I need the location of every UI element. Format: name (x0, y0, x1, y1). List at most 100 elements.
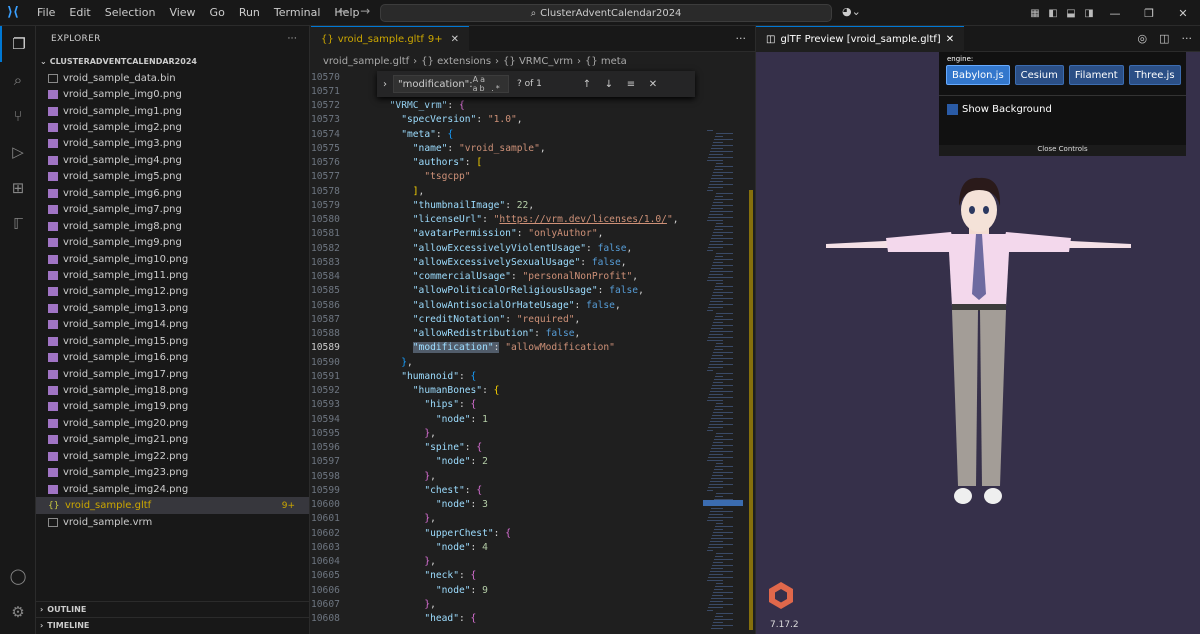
minimize-button[interactable]: — (1098, 7, 1132, 20)
file-item[interactable]: vroid_sample_img4.png (36, 152, 309, 168)
engine-button-threejs[interactable]: Three.js (1128, 65, 1181, 85)
file-item[interactable]: vroid_sample_img19.png (36, 399, 309, 415)
file-item[interactable]: vroid_sample_img10.png (36, 251, 309, 267)
file-item[interactable]: vroid_sample_img1.png (36, 103, 309, 119)
minimap[interactable] (703, 70, 755, 634)
forward-arrow-icon[interactable]: → (360, 4, 370, 18)
file-item[interactable]: vroid_sample_img21.png (36, 432, 309, 448)
menu-item-run[interactable]: Run (232, 6, 267, 19)
code-line: 10585 "allowPoliticalOrReligiousUsage": … (311, 284, 756, 298)
file-item[interactable]: vroid_sample_img20.png (36, 415, 309, 431)
file-item[interactable]: vroid_sample_img5.png (36, 169, 309, 185)
terraform-icon[interactable]: ℾ (0, 206, 36, 242)
breadcrumb-item[interactable]: vroid_sample.gltf (323, 56, 409, 67)
close-controls-button[interactable]: Close Controls (939, 145, 1186, 156)
menu-item-go[interactable]: Go (203, 6, 232, 19)
binary-file-icon (48, 73, 58, 83)
menu-item-file[interactable]: File (30, 6, 62, 19)
file-item[interactable]: vroid_sample_img11.png (36, 267, 309, 283)
breadcrumb-item[interactable]: {} meta (585, 56, 627, 67)
toggle-replace-icon[interactable]: › (377, 79, 393, 90)
gltf-inspect-icon[interactable]: ◎ (1137, 32, 1147, 45)
customize-layout-icon[interactable]: ▦ (1026, 8, 1044, 19)
image-file-icon (48, 270, 58, 280)
command-center-search[interactable]: ⌕ ClusterAdventCalendar2024 (380, 4, 832, 22)
menu-item-edit[interactable]: Edit (62, 6, 97, 19)
file-item[interactable]: vroid_sample_img23.png (36, 465, 309, 481)
search-icon[interactable]: ⌕ (0, 62, 36, 98)
menu-item-selection[interactable]: Selection (98, 6, 163, 19)
timeline-section[interactable]: › TIMELINE (36, 617, 310, 633)
code-area[interactable]: 10570 "extensions": {10571 "extensions":… (311, 70, 756, 634)
find-options[interactable]: Aa ab .* (473, 75, 508, 93)
explorer-icon[interactable]: ❐ (0, 26, 36, 62)
more-actions-icon[interactable]: ··· (288, 34, 297, 44)
file-item[interactable]: vroid_sample_img17.png (36, 366, 309, 382)
account-icon[interactable]: ◯ (0, 558, 36, 594)
toggle-panel-icon[interactable]: ⬓ (1062, 8, 1080, 19)
code-token: false (545, 328, 575, 340)
file-item[interactable]: vroid_sample_img6.png (36, 185, 309, 201)
code-token: "humanoid" (401, 370, 459, 382)
show-background-toggle[interactable]: Show Background (939, 95, 1186, 123)
avatar-model[interactable] (826, 176, 1131, 548)
file-item[interactable]: vroid_sample_img14.png (36, 317, 309, 333)
engine-button-filament[interactable]: Filament (1068, 65, 1124, 85)
back-arrow-icon[interactable]: ← (338, 4, 348, 18)
arrow-down-icon[interactable]: ↓ (601, 79, 617, 90)
code-token: 1 (482, 413, 488, 425)
file-item[interactable]: vroid_sample_img13.png (36, 300, 309, 316)
breadcrumb-item[interactable]: {} VRMC_vrm (503, 56, 573, 67)
tab-vroid-sample-gltf[interactable]: {} vroid_sample.gltf 9+ ✕ (311, 25, 470, 52)
toggle-sidebar-icon[interactable]: ◧ (1044, 8, 1062, 19)
source-control-icon[interactable]: ⑂ (0, 98, 36, 134)
file-item[interactable]: vroid_sample_img8.png (36, 218, 309, 234)
restore-button[interactable]: ❐ (1132, 7, 1166, 20)
file-item[interactable]: vroid_sample_img0.png (36, 86, 309, 102)
gear-icon[interactable]: ⚙ (0, 594, 36, 630)
code-token: "allowExcessivelyViolentUsage" (412, 242, 587, 254)
close-tab-icon[interactable]: ✕ (451, 34, 459, 45)
file-item[interactable]: vroid_sample_img2.png (36, 119, 309, 135)
tab-gltf-preview[interactable]: ◫ glTF Preview [vroid_sample.gltf] ✕ (756, 25, 965, 52)
arrow-up-icon[interactable]: ↑ (579, 79, 595, 90)
line-number: 10591 (311, 370, 340, 382)
engine-button-cesium[interactable]: Cesium (1014, 65, 1064, 85)
close-window-button[interactable]: ✕ (1166, 7, 1200, 20)
minimap-line (709, 484, 733, 485)
close-find-icon[interactable]: ✕ (645, 79, 661, 90)
file-item[interactable]: vroid_sample_img22.png (36, 448, 309, 464)
find-in-selection-icon[interactable]: ≡ (623, 79, 639, 90)
file-item[interactable]: {} vroid_sample.gltf 9+ (36, 497, 309, 514)
copilot-icon[interactable]: ◕⌄ (842, 5, 861, 18)
show-background-checkbox[interactable] (947, 104, 958, 115)
menu-item-view[interactable]: View (162, 6, 202, 19)
extensions-icon[interactable]: ⊞ (0, 170, 36, 206)
file-item[interactable]: vroid_sample_img18.png (36, 382, 309, 398)
code-token: "personalNonProfit" (522, 271, 633, 283)
minimap-line (708, 607, 723, 608)
outline-section[interactable]: › OUTLINE (36, 601, 310, 617)
menu-item-terminal[interactable]: Terminal (267, 6, 328, 19)
file-item[interactable]: vroid_sample_img15.png (36, 333, 309, 349)
file-item[interactable]: vroid_sample_data.bin (36, 70, 309, 86)
file-item[interactable]: vroid_sample_img7.png (36, 202, 309, 218)
file-item[interactable]: vroid_sample_img9.png (36, 234, 309, 250)
workspace-root[interactable]: ⌄ CLUSTERADVENTCALENDAR2024 (36, 52, 309, 70)
run-debug-icon[interactable]: ▷ (0, 134, 36, 170)
more-actions-icon[interactable]: ··· (1182, 32, 1193, 45)
toggle-secondary-sidebar-icon[interactable]: ◨ (1080, 8, 1098, 19)
file-item[interactable]: vroid_sample.vrm (36, 514, 309, 530)
file-item[interactable]: vroid_sample_img16.png (36, 349, 309, 365)
file-item[interactable]: vroid_sample_img12.png (36, 284, 309, 300)
file-item[interactable]: vroid_sample_img3.png (36, 136, 309, 152)
more-actions-icon[interactable]: ··· (736, 32, 747, 45)
find-input[interactable]: "modification": Aa ab .* (393, 75, 509, 93)
tab-label: vroid_sample.gltf (337, 33, 424, 45)
minimap-line (710, 211, 733, 212)
file-item[interactable]: vroid_sample_img24.png (36, 481, 309, 497)
engine-button-babylonjs[interactable]: Babylon.js (946, 65, 1010, 85)
split-editor-icon[interactable]: ◫ (1159, 32, 1169, 45)
close-tab-icon[interactable]: ✕ (946, 34, 954, 45)
breadcrumb-item[interactable]: {} extensions (421, 56, 491, 67)
